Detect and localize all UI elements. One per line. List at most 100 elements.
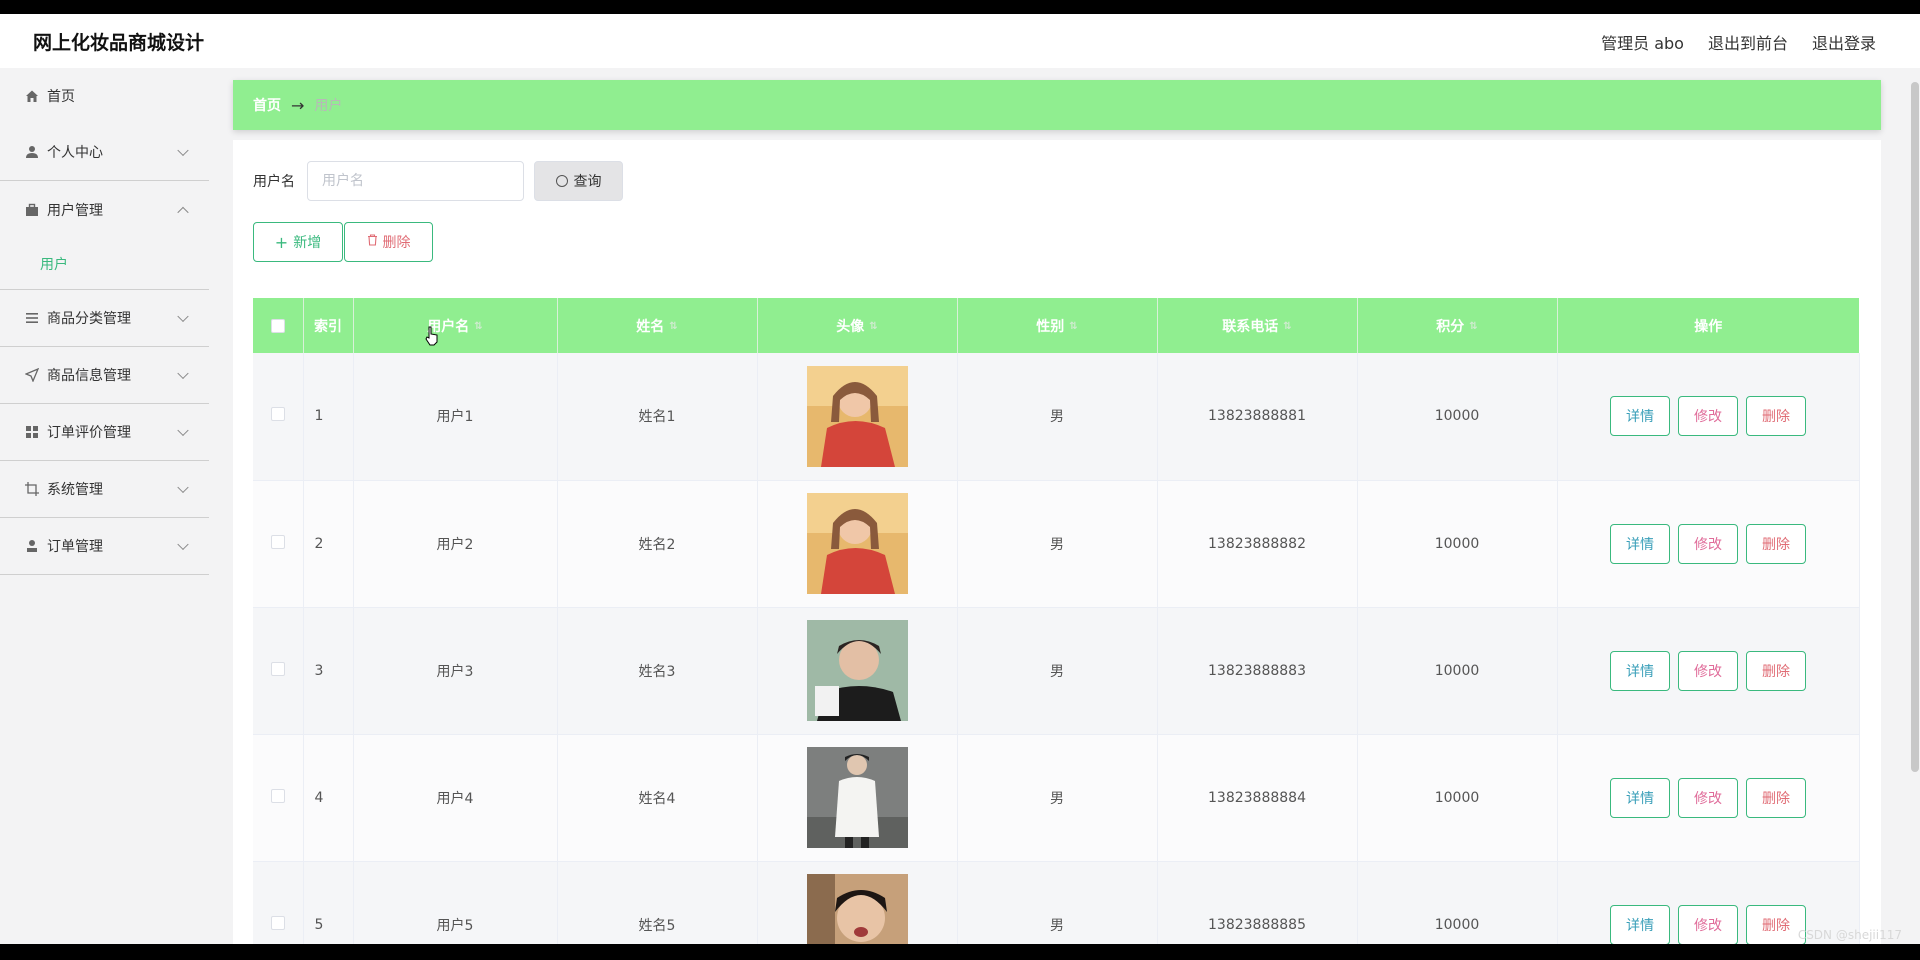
delete-button[interactable]: 删除 [1746,650,1806,691]
cell-name: 姓名2 [557,480,758,608]
sidebar-subitem-user[interactable]: 用户 [0,238,209,290]
col-phone-label: 联系电话 [1222,318,1279,335]
grid-icon [24,425,39,440]
sort-icon[interactable]: ⇅ [869,321,877,332]
detail-button[interactable]: 详情 [1610,523,1670,564]
avatar [806,620,908,721]
search-button-label: 查询 [573,174,602,190]
col-phone[interactable]: 联系电话 ⇅ [1157,298,1358,353]
cell-avatar [757,480,958,608]
col-name[interactable]: 姓名 ⇅ [557,298,758,353]
plus-icon: + [274,232,289,252]
detail-button[interactable]: 详情 [1610,904,1670,944]
row-checkbox[interactable] [253,861,304,944]
sort-icon[interactable]: ⇅ [1069,321,1077,332]
cell-actions: 详情 修改 删除 [1557,353,1860,481]
avatar [806,365,908,467]
col-points[interactable]: 积分 ⇅ [1357,298,1558,353]
breadcrumb-current: 用户 [314,98,343,114]
add-button[interactable]: + 新增 [253,222,343,262]
edit-button[interactable]: 修改 [1678,650,1738,691]
sort-icon[interactable]: ⇅ [474,321,482,332]
select-all-checkbox[interactable] [253,298,304,353]
search-input[interactable] [307,161,524,201]
cell-index: 5 [303,861,354,944]
delete-button-label: 删除 [382,235,411,251]
edit-button[interactable]: 修改 [1678,777,1738,818]
detail-button[interactable]: 详情 [1610,650,1670,691]
logout-link[interactable]: 退出登录 [1812,30,1876,54]
crop-icon [24,482,39,497]
sidebar-item-label: 订单管理 [47,539,103,555]
cell-username: 用户3 [353,607,558,735]
sort-icon[interactable]: ⇅ [669,321,677,332]
col-gender[interactable]: 性别 ⇅ [957,298,1158,353]
delete-button[interactable]: 删除 [1746,523,1806,564]
trash-icon [367,234,378,250]
sidebar-item-home[interactable]: 首页 [0,68,209,124]
delete-button[interactable]: 删除 [1746,396,1806,437]
cell-gender: 男 [957,734,1158,862]
page-scrollbar[interactable] [1910,68,1920,944]
sidebar-item-order-review-management[interactable]: 订单评价管理 [0,404,209,461]
row-checkbox[interactable] [253,480,304,608]
edit-button[interactable]: 修改 [1678,523,1738,564]
table-row: 2 用户2 姓名2 男 13823888882 10000 详情 修改 删除 [253,480,1860,608]
mouse-pointer-icon [425,326,439,346]
sidebar-item-label: 首页 [47,89,75,105]
user-table: 索引 用户名 ⇅ 姓名 ⇅ 头像 ⇅ 性别 ⇅ 联系电话 ⇅ 积分 ⇅ 操作 1 用户1 姓… [253,298,1860,944]
list-icon [24,311,39,326]
scrollbar-thumb[interactable] [1911,82,1919,772]
search-form: 用户名 查询 [253,161,623,201]
sidebar-item-label: 商品分类管理 [47,311,131,327]
back-to-front-link[interactable]: 退出到前台 [1708,30,1788,54]
cell-gender: 男 [957,480,1158,608]
user-stamp-icon [24,539,39,554]
cell-phone: 13823888884 [1157,734,1358,862]
sidebar-item-label: 系统管理 [47,482,103,498]
batch-delete-button[interactable]: 删除 [344,222,433,262]
edit-button[interactable]: 修改 [1678,904,1738,944]
cell-avatar [757,861,958,944]
cell-index: 4 [303,734,354,862]
sort-icon[interactable]: ⇅ [1469,321,1477,332]
sidebar: 首页 个人中心 用户管理 用户 商品分类管理 商品信息管理 订单评价管理 系统管… [0,68,209,944]
avatar [806,493,908,594]
edit-button[interactable]: 修改 [1678,396,1738,437]
row-checkbox[interactable] [253,353,304,481]
breadcrumb-home[interactable]: 首页 [253,95,281,115]
col-avatar[interactable]: 头像 ⇅ [757,298,958,353]
chevron-down-icon [177,310,189,323]
row-checkbox[interactable] [253,734,304,862]
cell-phone: 13823888882 [1157,480,1358,608]
avatar [806,874,908,944]
sidebar-item-category-management[interactable]: 商品分类管理 [0,290,209,347]
cell-points: 10000 [1357,607,1558,735]
breadcrumb: 首页 → 用户 [233,80,1881,130]
app-screen: 网上化妆品商城设计 管理员 abo 退出到前台 退出登录 首页 个人中心 用户管… [0,14,1920,944]
cell-index: 1 [303,353,354,481]
col-avatar-label: 头像 [836,318,865,335]
detail-button[interactable]: 详情 [1610,396,1670,437]
sidebar-item-personal-center[interactable]: 个人中心 [0,124,209,181]
col-gender-label: 性别 [1036,318,1065,335]
col-username[interactable]: 用户名 ⇅ [353,298,558,353]
cell-name: 姓名1 [557,353,758,481]
sidebar-item-product-management[interactable]: 商品信息管理 [0,347,209,404]
sidebar-item-order-management[interactable]: 订单管理 [0,518,209,575]
cell-avatar [757,607,958,735]
sort-icon[interactable]: ⇅ [1283,321,1291,332]
search-button[interactable]: 查询 [534,161,623,201]
sidebar-item-label: 商品信息管理 [47,368,131,384]
admin-user-label[interactable]: 管理员 abo [1601,30,1684,54]
cell-gender: 男 [957,607,1158,735]
row-checkbox[interactable] [253,607,304,735]
detail-button[interactable]: 详情 [1610,777,1670,818]
sidebar-item-system-management[interactable]: 系统管理 [0,461,209,518]
sidebar-item-user-management[interactable]: 用户管理 [0,181,209,238]
cell-actions: 详情 修改 删除 [1557,734,1860,862]
cell-index: 2 [303,480,354,608]
delete-button[interactable]: 删除 [1746,777,1806,818]
table-row: 4 用户4 姓名4 男 13823888884 10000 详情 修改 删除 [253,734,1860,862]
cell-username: 用户2 [353,480,558,608]
